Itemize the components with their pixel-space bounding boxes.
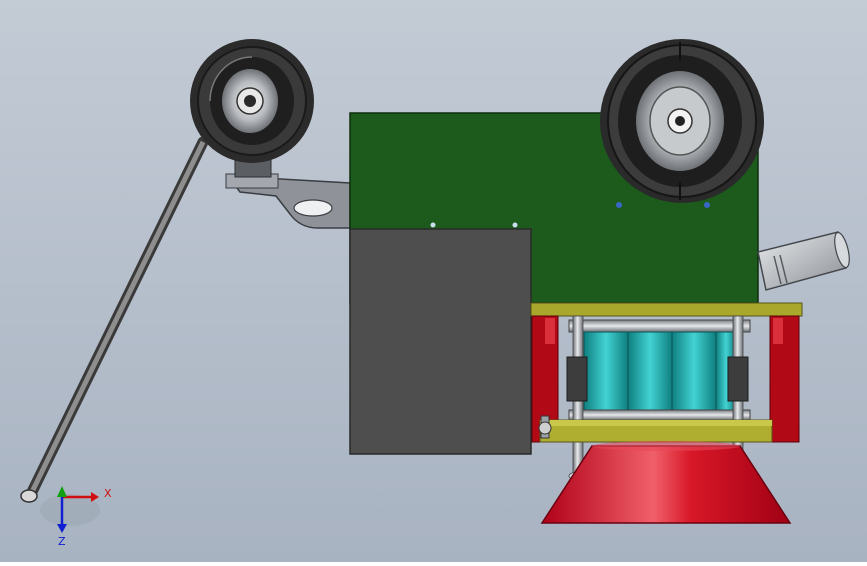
upper-crossbar[interactable] bbox=[568, 319, 751, 333]
cyan-cylinder[interactable] bbox=[583, 331, 737, 413]
cad-viewport[interactable]: X Z bbox=[0, 0, 867, 562]
gray-panel[interactable] bbox=[349, 228, 532, 455]
top-plate[interactable] bbox=[530, 302, 803, 317]
right-wheel[interactable] bbox=[600, 39, 764, 203]
bottom-plate-highlight bbox=[540, 420, 772, 426]
x-axis-label: X bbox=[104, 487, 112, 500]
hopper-rim bbox=[592, 441, 740, 451]
lower-crossbar[interactable] bbox=[568, 409, 751, 421]
side-knob[interactable] bbox=[538, 415, 552, 439]
model-view[interactable]: X Z bbox=[0, 0, 867, 562]
left-wheel[interactable] bbox=[190, 39, 314, 163]
z-axis-label: Z bbox=[58, 535, 66, 548]
